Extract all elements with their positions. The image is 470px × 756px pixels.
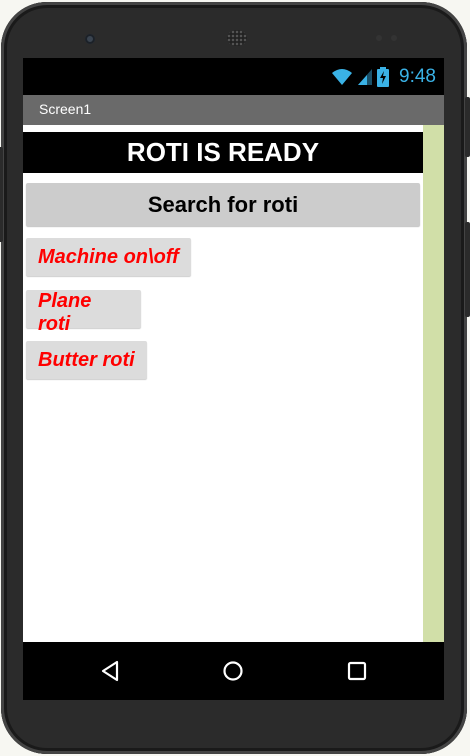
status-bar: 9:48 [23, 58, 444, 95]
title-bar: Screen1 [23, 95, 444, 125]
home-icon [223, 661, 243, 681]
signal-icon [358, 69, 373, 85]
butter-roti-button[interactable]: Butter roti [26, 341, 147, 379]
wifi-icon [332, 69, 353, 85]
sensor [376, 35, 382, 41]
app-screen: ROTI IS READY Search for roti Machine on… [23, 125, 444, 642]
clock: 9:48 [399, 66, 436, 87]
plane-roti-button[interactable]: Plane roti [26, 290, 141, 335]
sensor [391, 35, 397, 41]
machine-toggle-button[interactable]: Machine on\off [26, 238, 191, 276]
search-roti-button[interactable]: Search for roti [26, 183, 420, 226]
power-button [465, 222, 470, 317]
speaker-grille [227, 30, 247, 46]
side-strip [423, 125, 444, 642]
volume-button [0, 147, 3, 242]
back-icon [101, 660, 119, 682]
back-button[interactable] [97, 658, 123, 684]
battery-charging-icon [377, 67, 390, 87]
side-button [465, 97, 470, 157]
screen-title: Screen1 [39, 101, 92, 117]
status-icons: 9:48 [331, 65, 436, 89]
home-button[interactable] [220, 658, 246, 684]
front-camera [85, 34, 95, 44]
recent-apps-icon [347, 661, 367, 681]
recent-apps-button[interactable] [344, 658, 370, 684]
navigation-bar [23, 642, 444, 700]
status-banner: ROTI IS READY [23, 132, 423, 173]
